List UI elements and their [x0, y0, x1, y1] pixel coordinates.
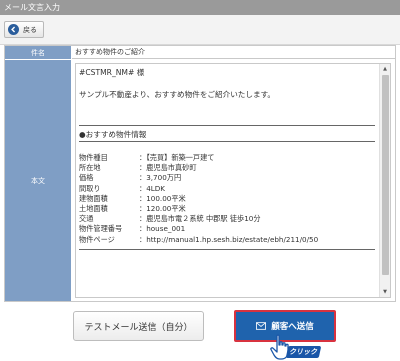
mail-form: 件名 本文 #CSTMR_NM# 様 サンプル不動産より、おすすめ物件をご紹介い… [4, 45, 396, 302]
detail-row: 所在地 ：鹿児島市真砂町 [79, 163, 197, 173]
body-label: 本文 [5, 60, 71, 301]
detail-row: 間取り ：4LDK [79, 183, 166, 193]
window-title: メール文言入力 [0, 0, 400, 15]
detail-row: 価格 ：3,700万円 [79, 173, 182, 183]
detail-row: 物件ページ ：http://manual1.hp.sesh.biz/estate/… [79, 234, 319, 244]
back-button[interactable]: 戻る [4, 21, 44, 38]
divider [79, 248, 375, 250]
subject-input[interactable] [72, 46, 395, 59]
detail-row: 物件管理番号 ：house_001 [79, 224, 186, 234]
vertical-scrollbar[interactable]: ▲ ▼ [379, 64, 390, 297]
mail-icon [256, 322, 267, 330]
subject-label: 件名 [5, 46, 71, 59]
section-title: ●おすすめ物件情報 [79, 130, 147, 139]
detail-row: 土地面積 ：120.00平米 [79, 203, 186, 213]
back-arrow-icon [8, 24, 19, 35]
click-callout: クリック [285, 346, 322, 358]
detail-row: 交通 ：鹿児島市電２系統 中郡駅 徒歩10分 [79, 214, 261, 224]
body-intro: サンプル不動産より、おすすめ物件をご紹介いたします。 [79, 90, 275, 99]
divider [79, 125, 375, 126]
back-button-label: 戻る [23, 26, 37, 34]
send-button-label: 顧客へ送信 [271, 322, 314, 332]
scroll-down-arrow-icon[interactable]: ▼ [380, 287, 390, 297]
detail-row: 物件種目 ：【売買】新築一戸建て [79, 153, 215, 162]
test-send-button[interactable]: テストメール送信（自分） [73, 311, 204, 341]
scrollbar-thumb[interactable] [382, 75, 389, 275]
scroll-up-arrow-icon[interactable]: ▲ [380, 64, 390, 74]
body-content: #CSTMR_NM# 様 サンプル不動産より、おすすめ物件をご紹介いたします。 … [79, 67, 375, 250]
toolbar: 戻る [0, 15, 400, 45]
detail-row: 建物面積 ：100.00平米 [79, 193, 186, 203]
body-salutation: #CSTMR_NM# 様 [79, 68, 145, 77]
body-textarea[interactable]: #CSTMR_NM# 様 サンプル不動産より、おすすめ物件をご紹介いたします。 … [75, 63, 391, 298]
